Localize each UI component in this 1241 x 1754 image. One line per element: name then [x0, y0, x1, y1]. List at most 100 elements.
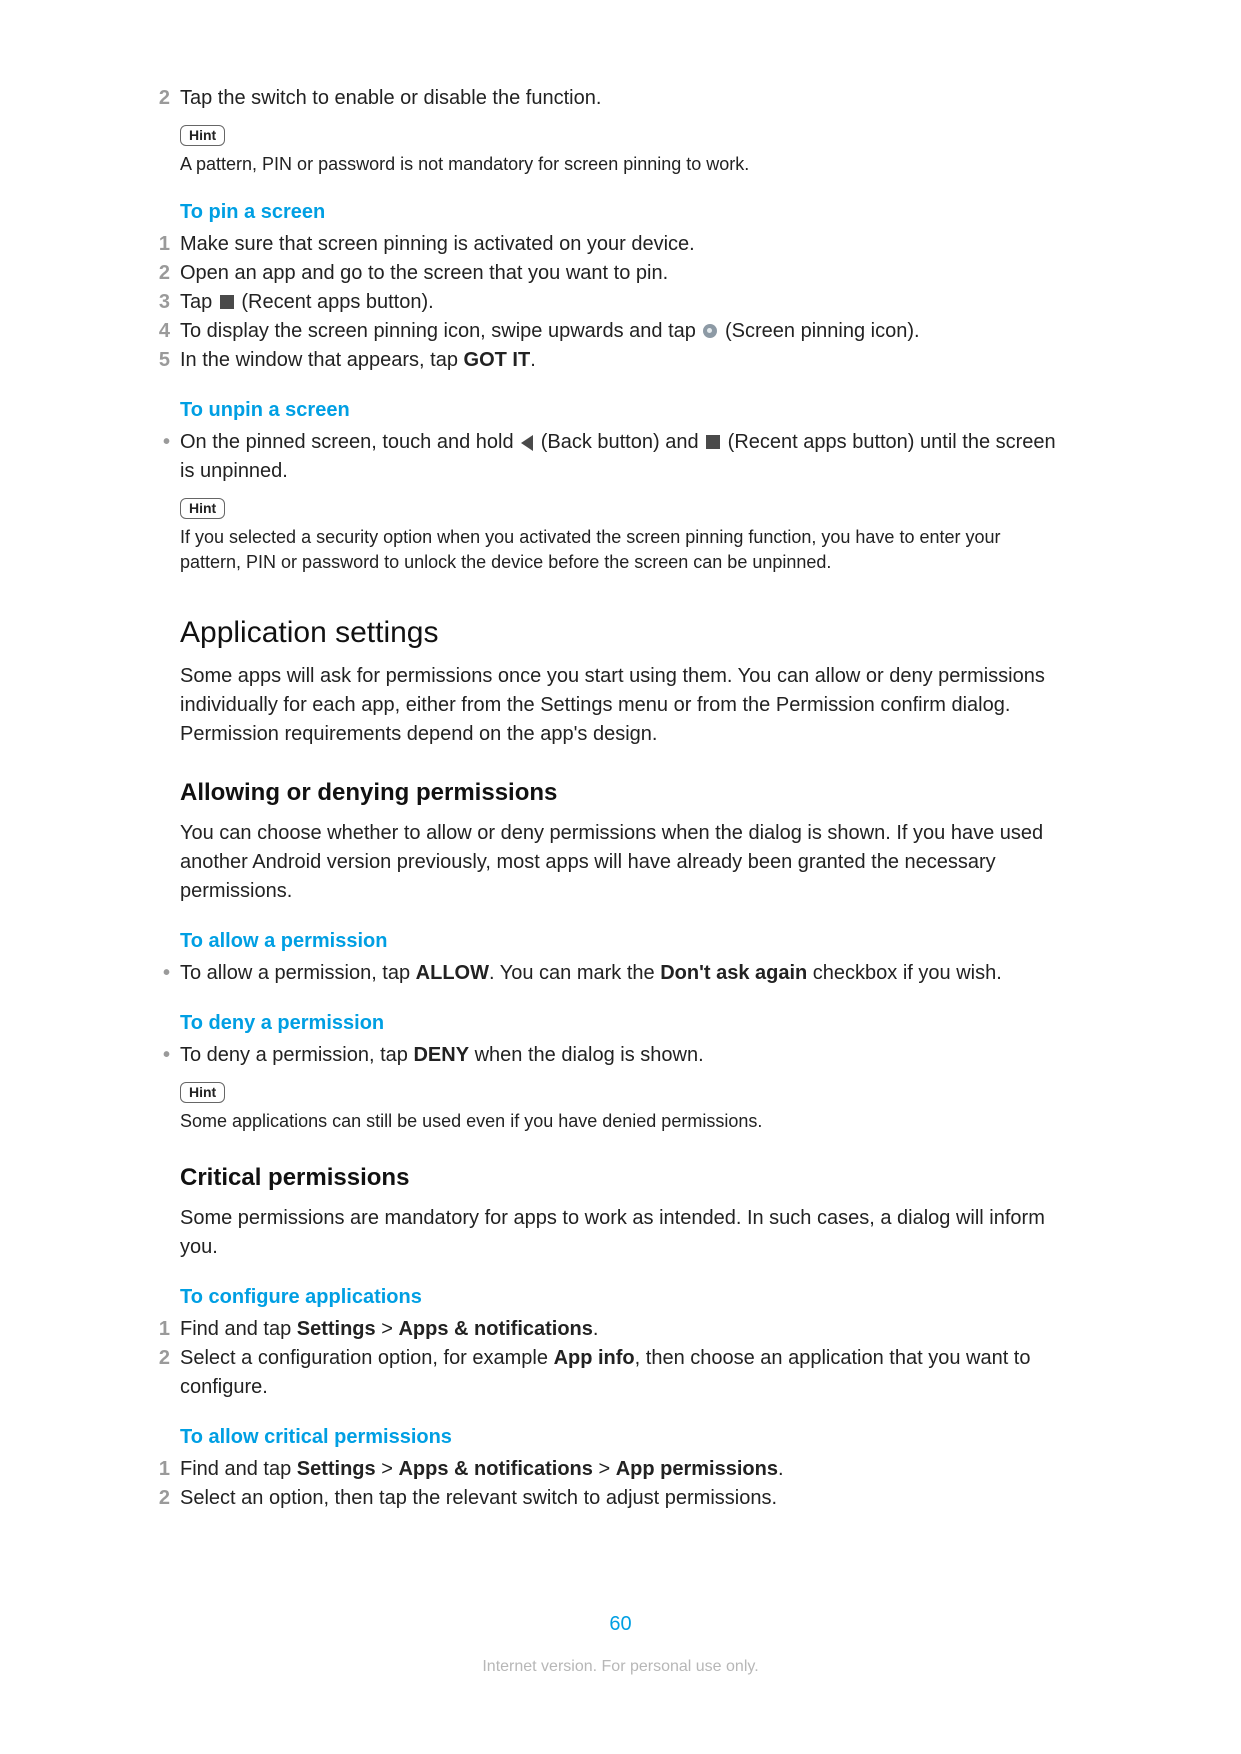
text-fragment: On the pinned screen, touch and hold [180, 431, 519, 453]
hint-block: Hint If you selected a security option w… [180, 498, 1061, 575]
bullet-dot: • [140, 1041, 180, 1070]
step-number: 2 [140, 1484, 180, 1513]
step-item: 2 Select a configuration option, for exa… [140, 1344, 1061, 1402]
text-fragment: In the window that appears, tap [180, 349, 464, 371]
bullet-item: • To allow a permission, tap ALLOW. You … [140, 959, 1061, 988]
configure-steps: 1 Find and tap Settings > Apps & notific… [140, 1315, 1061, 1402]
step-text: Find and tap Settings > Apps & notificat… [180, 1315, 1061, 1344]
bold-text: DENY [413, 1044, 469, 1066]
step-text: Open an app and go to the screen that yo… [180, 259, 1061, 288]
screen-pinning-icon [703, 324, 717, 338]
step-number: 2 [140, 1344, 180, 1373]
bullet-text: On the pinned screen, touch and hold (Ba… [180, 428, 1061, 486]
body-paragraph: You can choose whether to allow or deny … [180, 819, 1061, 906]
page-number: 60 [0, 1613, 1241, 1636]
hint-text: A pattern, PIN or password is not mandat… [180, 152, 1061, 177]
bold-text: Apps & notifications [398, 1458, 592, 1480]
bold-text: Settings [297, 1318, 376, 1340]
step-number: 4 [140, 317, 180, 346]
step-item: 1 Make sure that screen pinning is activ… [140, 230, 1061, 259]
step-item: 2 Open an app and go to the screen that … [140, 259, 1061, 288]
section-heading-application-settings: Application settings [180, 616, 1061, 650]
text-fragment: Find and tap [180, 1458, 297, 1480]
text-fragment: . [778, 1458, 784, 1480]
step-number: 1 [140, 230, 180, 259]
text-fragment: (Screen pinning icon). [719, 320, 919, 342]
text-fragment: when the dialog is shown. [469, 1044, 704, 1066]
allow-bullet: • To allow a permission, tap ALLOW. You … [140, 959, 1061, 988]
allow-critical-steps: 1 Find and tap Settings > Apps & notific… [140, 1455, 1061, 1513]
text-fragment: . [530, 349, 536, 371]
procedure-heading-allow: To allow a permission [180, 930, 1061, 953]
text-fragment: . You can mark the [489, 962, 660, 984]
deny-bullet: • To deny a permission, tap DENY when th… [140, 1041, 1061, 1070]
bullet-item: • To deny a permission, tap DENY when th… [140, 1041, 1061, 1070]
bold-text: Settings [297, 1458, 376, 1480]
text-fragment: Select a configuration option, for examp… [180, 1347, 554, 1369]
body-paragraph: Some permissions are mandatory for apps … [180, 1204, 1061, 1262]
step-text: Make sure that screen pinning is activat… [180, 230, 1061, 259]
procedure-heading-deny: To deny a permission [180, 1012, 1061, 1035]
back-button-icon [521, 435, 533, 451]
footer-text: Internet version. For personal use only. [0, 1658, 1241, 1676]
step-text: Tap the switch to enable or disable the … [180, 84, 1061, 113]
text-fragment: (Recent apps button). [236, 291, 434, 313]
hint-text: Some applications can still be used even… [180, 1109, 1061, 1134]
step-text: In the window that appears, tap GOT IT. [180, 346, 1061, 375]
hint-block: Hint Some applications can still be used… [180, 1082, 1061, 1134]
text-fragment: To allow a permission, tap [180, 962, 416, 984]
bullet-item: • On the pinned screen, touch and hold (… [140, 428, 1061, 486]
text-fragment: checkbox if you wish. [807, 962, 1002, 984]
step-number: 1 [140, 1315, 180, 1344]
text-fragment: > [376, 1458, 399, 1480]
bold-text: GOT IT [464, 349, 531, 371]
step-number: 5 [140, 346, 180, 375]
hint-text: If you selected a security option when y… [180, 525, 1061, 575]
step-text: To display the screen pinning icon, swip… [180, 317, 1061, 346]
text-fragment: Tap [180, 291, 218, 313]
bold-text: App permissions [616, 1458, 778, 1480]
text-fragment: (Back button) and [535, 431, 704, 453]
step-number: 2 [140, 259, 180, 288]
procedure-heading-unpin: To unpin a screen [180, 399, 1061, 422]
subsection-heading-allow-deny: Allowing or denying permissions [180, 779, 1061, 807]
bullet-text: To allow a permission, tap ALLOW. You ca… [180, 959, 1002, 988]
document-page: 2 Tap the switch to enable or disable th… [0, 0, 1241, 1754]
hint-badge: Hint [180, 1082, 225, 1103]
pin-steps: 1 Make sure that screen pinning is activ… [140, 230, 1061, 375]
bullet-dot: • [140, 428, 180, 457]
text-fragment: . [593, 1318, 599, 1340]
procedure-heading-allow-critical: To allow critical permissions [180, 1426, 1061, 1449]
text-fragment: Find and tap [180, 1318, 297, 1340]
step-item: 4 To display the screen pinning icon, sw… [140, 317, 1061, 346]
step-number: 2 [140, 84, 180, 113]
bold-text: Apps & notifications [398, 1318, 592, 1340]
text-fragment: > [593, 1458, 616, 1480]
step-text: Tap (Recent apps button). [180, 288, 1061, 317]
procedure-heading-configure: To configure applications [180, 1286, 1061, 1309]
step-list-continuation: 2 Tap the switch to enable or disable th… [140, 84, 1061, 113]
step-item: 3 Tap (Recent apps button). [140, 288, 1061, 317]
hint-badge: Hint [180, 498, 225, 519]
recent-apps-icon [220, 295, 234, 309]
step-item: 1 Find and tap Settings > Apps & notific… [140, 1315, 1061, 1344]
step-item: 2 Select an option, then tap the relevan… [140, 1484, 1061, 1513]
hint-block: Hint A pattern, PIN or password is not m… [180, 125, 1061, 177]
step-text: Find and tap Settings > Apps & notificat… [180, 1455, 1061, 1484]
step-item: 5 In the window that appears, tap GOT IT… [140, 346, 1061, 375]
hint-badge: Hint [180, 125, 225, 146]
recent-apps-icon [706, 435, 720, 449]
step-number: 1 [140, 1455, 180, 1484]
step-item: 1 Find and tap Settings > Apps & notific… [140, 1455, 1061, 1484]
bold-text: ALLOW [416, 962, 489, 984]
bold-text: Don't ask again [660, 962, 807, 984]
text-fragment: To display the screen pinning icon, swip… [180, 320, 701, 342]
subsection-heading-critical: Critical permissions [180, 1164, 1061, 1192]
step-item: 2 Tap the switch to enable or disable th… [140, 84, 1061, 113]
bullet-dot: • [140, 959, 180, 988]
text-fragment: To deny a permission, tap [180, 1044, 413, 1066]
bullet-text: To deny a permission, tap DENY when the … [180, 1041, 704, 1070]
text-fragment: > [376, 1318, 399, 1340]
bold-text: App info [554, 1347, 635, 1369]
step-number: 3 [140, 288, 180, 317]
